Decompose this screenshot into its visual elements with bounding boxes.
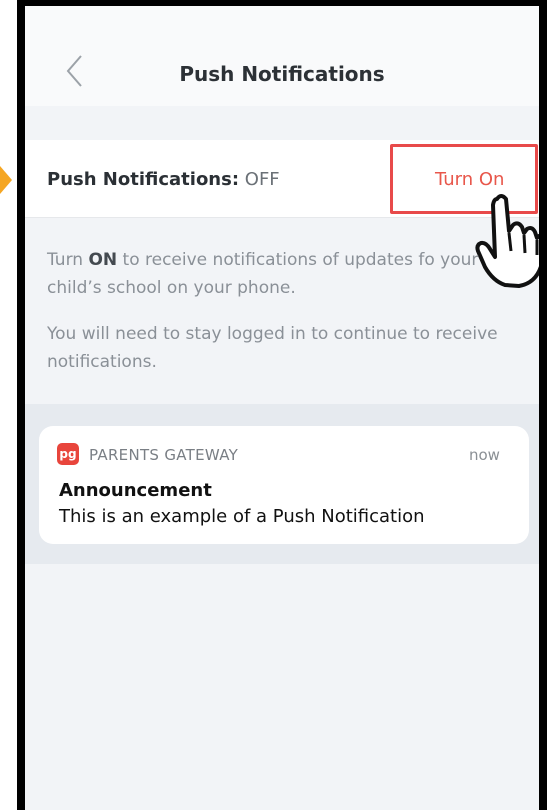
app-screen: Push Notifications Push Notifications: O… — [25, 6, 539, 810]
turn-on-button[interactable]: Turn On — [435, 169, 504, 190]
notification-body: This is an example of a Push Notificatio… — [59, 506, 425, 527]
page-title: Push Notifications — [179, 62, 385, 86]
description-line-1: Turn ON to receive notifications of upda… — [47, 246, 517, 302]
status-value: OFF — [244, 169, 280, 190]
notification-title: Announcement — [59, 480, 212, 501]
notification-time: now — [469, 446, 500, 464]
desc-prefix: Turn — [47, 250, 89, 270]
arrow-pointer — [0, 166, 12, 194]
phone-frame: Push Notifications Push Notifications: O… — [17, 0, 547, 810]
desc-bold-on: ON — [88, 250, 118, 270]
setting-label-text: Push Notifications: — [47, 169, 240, 190]
app-name: PARENTS GATEWAY — [89, 446, 239, 464]
nav-header: Push Notifications — [25, 6, 539, 106]
description-line-2: You will need to stay logged in to conti… — [47, 324, 498, 372]
app-logo-icon: pg — [57, 443, 79, 465]
push-setting-label: Push Notifications: OFF — [47, 169, 280, 190]
empty-area — [25, 564, 539, 810]
